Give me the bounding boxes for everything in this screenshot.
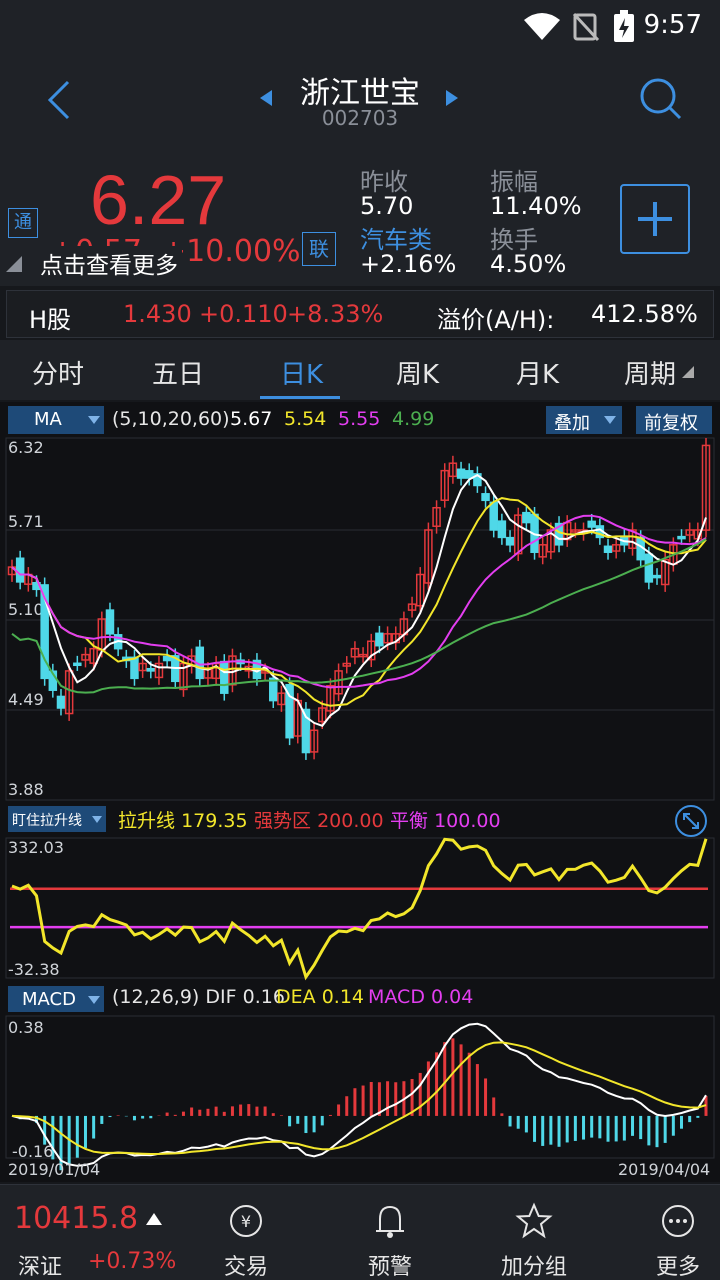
index-value[interactable]: 10415.8 (14, 1201, 138, 1236)
lian-badge[interactable]: 联 (302, 232, 336, 266)
candle-body (73, 662, 82, 667)
candle-body (677, 535, 686, 540)
candle-body (603, 545, 613, 553)
nav-trade[interactable]: 交易 (196, 1249, 296, 1280)
macd-select-label: MACD (22, 989, 76, 1010)
no-sim-icon (572, 12, 600, 42)
index-name: 深证 (18, 1255, 63, 1280)
kline-chart[interactable] (0, 402, 720, 1182)
lift-line (11, 837, 708, 981)
date-end: 2019/04/04 (618, 1160, 711, 1179)
tab-intraday[interactable]: 分时 (32, 354, 84, 391)
macd-select[interactable]: MACD (8, 986, 104, 1012)
strong-zone-label: 强势区 200.00 (254, 810, 384, 832)
candle-body (105, 609, 115, 635)
bell-icon[interactable] (340, 1201, 440, 1241)
clock: 9:57 (643, 10, 702, 40)
tab-five-day[interactable]: 五日 (152, 354, 204, 391)
tab-daily-k[interactable]: 日K (280, 354, 323, 391)
h-share-row[interactable]: H股 1.430 +0.110 +8.33% 溢价(A/H): 412.58% (6, 290, 714, 338)
candle-body (652, 574, 662, 579)
corner-arrow-icon (6, 256, 22, 272)
premium-label: 溢价(A/H): (437, 306, 555, 334)
next-stock-icon[interactable] (444, 88, 460, 108)
candle-body (505, 536, 515, 546)
candle-body (522, 511, 531, 524)
macd-top: 0.38 (8, 1018, 44, 1037)
candle-body (644, 553, 654, 583)
current-price: 6.27 (90, 161, 227, 239)
macd-params: (12,26,9) DIF 0.16 (112, 986, 285, 1008)
bottom-bar: 10415.8 深证 +0.73% ¥ 交易 预警 加分组 更多 (0, 1184, 720, 1280)
indicator1-select-label: 盯住拉升线 (12, 813, 82, 829)
nav-add-group[interactable]: 加分组 (484, 1249, 584, 1280)
indicator1-select[interactable]: 盯住拉升线 (8, 806, 106, 832)
candle-body (489, 501, 498, 531)
amplitude-value: 11.40% (490, 192, 582, 220)
nav-alert[interactable]: 预警 (340, 1249, 440, 1280)
h-share-label: H股 (29, 306, 72, 334)
period-dropdown-icon (682, 366, 694, 378)
tab-monthly-k[interactable]: 月K (516, 354, 559, 391)
candle-body (269, 677, 278, 702)
period-tabs: 分时 五日 日K 周K 月K 周期 (0, 340, 720, 400)
nav-more[interactable]: 更多 (628, 1249, 720, 1280)
candle-body (375, 632, 384, 647)
prev-close-value: 5.70 (360, 192, 414, 220)
macd-bottom: -0.16 (12, 1142, 54, 1161)
status-bar: 9:57 (0, 0, 720, 56)
lift-line-label: 拉升线 179.35 (118, 810, 248, 832)
index-change: +0.73% (88, 1249, 177, 1274)
stock-code: 002703 (321, 106, 399, 130)
tab-weekly-k[interactable]: 周K (396, 354, 439, 391)
candle-body (464, 470, 474, 479)
add-watchlist-button[interactable] (620, 184, 690, 254)
candle-body (497, 520, 507, 539)
more-icon[interactable] (628, 1201, 720, 1241)
macd-value: MACD 0.04 (368, 986, 474, 1008)
candle-body (130, 656, 139, 680)
h-share-change-pct: +8.33% (287, 300, 384, 328)
trade-icon[interactable]: ¥ (196, 1201, 296, 1241)
active-tab-indicator (260, 396, 340, 399)
turnover-value: 4.50% (490, 250, 567, 278)
dea-line (11, 1041, 707, 1155)
battery-charging-icon (614, 10, 634, 42)
balance-label: 平衡 100.00 (390, 810, 501, 832)
search-icon[interactable] (636, 74, 684, 122)
premium-value: 412.58% (591, 300, 698, 328)
candle-body (146, 667, 156, 672)
candle-body (456, 468, 466, 479)
candle-body (162, 655, 172, 662)
h-share-change: +0.110 (199, 300, 288, 328)
expand-icon[interactable] (674, 804, 708, 838)
candle-body (56, 695, 66, 709)
chevron-down-icon (92, 816, 102, 823)
indicator1-bottom: -32.38 (8, 960, 60, 979)
more-hint[interactable]: 点击查看更多 (40, 246, 182, 280)
up-arrow-icon (146, 1213, 162, 1225)
dif-line (11, 1022, 707, 1167)
indicator1-panel-border (5, 837, 715, 979)
tab-period[interactable]: 周期 (624, 354, 676, 391)
h-share-price: 1.430 (123, 300, 192, 328)
chart-area[interactable]: MA (5,10,20,60) 5.67 5.54 5.55 4.99 叠加 前… (0, 402, 720, 1182)
date-start: 2019/01/04 (8, 1160, 101, 1179)
candle-body (15, 557, 25, 583)
plus-icon (638, 202, 672, 236)
dea-value: DEA 0.14 (276, 986, 364, 1008)
star-icon[interactable] (484, 1201, 584, 1241)
svg-text:¥: ¥ (241, 1212, 251, 1231)
candle-body (481, 493, 490, 502)
wifi-icon (524, 13, 560, 40)
nav-header: 浙江世宝 002703 (0, 56, 720, 146)
indicator1-top: 332.03 (8, 838, 64, 857)
candle-body (220, 660, 229, 694)
ma20-line (11, 514, 707, 689)
tong-badge: 通 (8, 208, 38, 238)
quote-panel[interactable]: 通 6.27 +0.57 +10.00% 联 点击查看更多 昨收 5.70 汽车… (0, 146, 720, 286)
sector-change: +2.16% (360, 250, 457, 278)
candle-body (587, 520, 596, 528)
chevron-down-icon (88, 996, 100, 1004)
